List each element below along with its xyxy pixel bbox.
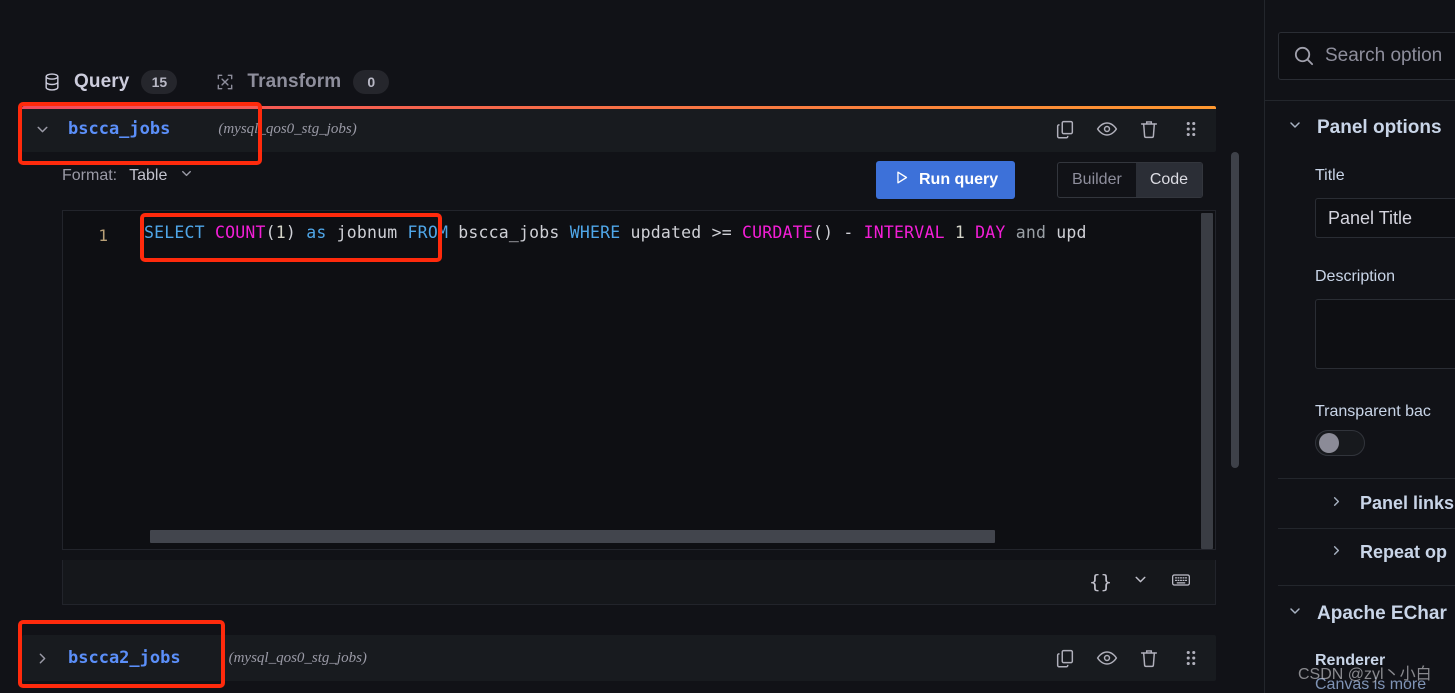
- copy-icon[interactable]: [1054, 118, 1076, 140]
- query-row[interactable]: bscca2_jobs (mysql_qos0_stg_jobs): [22, 635, 1216, 681]
- trash-icon[interactable]: [1138, 118, 1160, 140]
- transparent-background-toggle[interactable]: [1315, 430, 1365, 456]
- panel-links-label: Panel links: [1360, 493, 1455, 513]
- query-name[interactable]: bscca_jobs: [68, 119, 170, 139]
- toggle-knob: [1319, 433, 1339, 453]
- title-field-label: Title: [1315, 167, 1345, 184]
- chevron-down-icon: [1287, 603, 1303, 625]
- format-value: Table: [129, 167, 168, 184]
- echarts-section-header[interactable]: Apache EChar: [1287, 603, 1447, 625]
- transform-icon: [215, 72, 235, 92]
- run-query-label: Run query: [919, 171, 999, 188]
- chevron-right-icon: [1329, 493, 1344, 514]
- query-row-actions: [1054, 635, 1202, 681]
- builder-mode-button[interactable]: Builder: [1058, 163, 1136, 197]
- transparent-background-label: Transparent bac: [1315, 403, 1431, 420]
- query-datasource: (mysql_qos0_stg_jobs): [218, 120, 357, 137]
- repeat-options-section[interactable]: Repeat op: [1329, 542, 1447, 563]
- braces-icon[interactable]: {}: [1089, 571, 1112, 593]
- query-datasource: (mysql_qos0_stg_jobs): [228, 649, 367, 666]
- search-options-wrap: [1278, 32, 1455, 80]
- editor-vertical-scrollbar[interactable]: [1201, 213, 1213, 549]
- panel-options-sidebar: Panel options Title Description Transpar…: [1264, 0, 1455, 693]
- panel-options-section-header[interactable]: Panel options: [1287, 117, 1442, 139]
- drag-handle-icon[interactable]: [1180, 118, 1202, 140]
- panel-edit-screen: Query 15 Transform 0 bscca_jobs (mysql_q…: [0, 0, 1455, 693]
- panel-options-title: Panel options: [1317, 117, 1442, 138]
- divider: [1278, 585, 1455, 586]
- tab-query[interactable]: Query 15: [42, 70, 178, 94]
- line-number: 1: [98, 226, 108, 245]
- description-textarea[interactable]: [1315, 299, 1455, 369]
- format-select[interactable]: Format: Table: [62, 166, 194, 186]
- chevron-down-icon: [179, 166, 194, 186]
- play-icon: [893, 169, 910, 191]
- chevron-down-icon: [1287, 117, 1303, 139]
- tab-query-label: Query: [74, 71, 130, 92]
- sql-code-line[interactable]: SELECT COUNT(1) as jobnum FROM bscca_job…: [144, 223, 1087, 242]
- query-toolbar: Format: Table Run query Builder Code: [22, 152, 1216, 210]
- divider: [1278, 528, 1455, 529]
- keyboard-icon[interactable]: [1169, 570, 1193, 595]
- divider: [1265, 100, 1455, 101]
- description-field-label: Description: [1315, 268, 1396, 285]
- title-input[interactable]: [1315, 198, 1455, 238]
- code-mode-button[interactable]: Code: [1135, 163, 1203, 197]
- query-row[interactable]: bscca_jobs (mysql_qos0_stg_jobs): [22, 106, 1216, 152]
- editor-footer: {}: [62, 560, 1216, 605]
- tab-transform-label: Transform: [247, 71, 342, 92]
- query-row-actions: [1054, 106, 1202, 152]
- tab-transform-count: 0: [353, 70, 390, 94]
- tab-query-count: 15: [141, 70, 178, 94]
- renderer-label: Renderer: [1315, 652, 1386, 669]
- search-icon: [1292, 44, 1315, 72]
- query-collapse-toggle[interactable]: [22, 106, 62, 152]
- query-pane: Query 15 Transform 0 bscca_jobs (mysql_q…: [0, 0, 1258, 693]
- database-icon: [42, 72, 62, 92]
- repeat-options-label: Repeat op: [1360, 542, 1448, 562]
- run-query-button[interactable]: Run query: [876, 161, 1016, 199]
- editor-gutter: 1: [63, 211, 118, 549]
- editor-mode-toggle: Builder Code: [1057, 162, 1204, 198]
- eye-icon[interactable]: [1096, 647, 1118, 669]
- divider: [1278, 478, 1455, 479]
- drag-handle-icon[interactable]: [1180, 647, 1202, 669]
- query-name[interactable]: bscca2_jobs: [68, 648, 181, 668]
- sql-code-editor[interactable]: 1 SELECT COUNT(1) as jobnum FROM bscca_j…: [62, 210, 1216, 550]
- tab-transform[interactable]: Transform 0: [215, 70, 390, 94]
- panel-links-section[interactable]: Panel links: [1329, 493, 1454, 514]
- echarts-title: Apache EChar: [1317, 603, 1447, 624]
- pane-tabs: Query 15 Transform 0: [0, 58, 1258, 106]
- chevron-right-icon: [1329, 542, 1344, 563]
- renderer-hint: Canvas is more: [1315, 676, 1427, 693]
- eye-icon[interactable]: [1096, 118, 1118, 140]
- trash-icon[interactable]: [1138, 647, 1160, 669]
- query-accent-bar: [22, 106, 1216, 109]
- query-collapse-toggle[interactable]: [22, 635, 62, 681]
- pane-vertical-scrollbar[interactable]: [1231, 152, 1239, 468]
- editor-horizontal-scrollbar[interactable]: [150, 530, 995, 543]
- format-label: Format:: [62, 167, 118, 184]
- query-editor-body: Format: Table Run query Builder Code 1 S…: [22, 152, 1216, 610]
- chevron-down-icon[interactable]: [1132, 571, 1149, 593]
- copy-icon[interactable]: [1054, 647, 1076, 669]
